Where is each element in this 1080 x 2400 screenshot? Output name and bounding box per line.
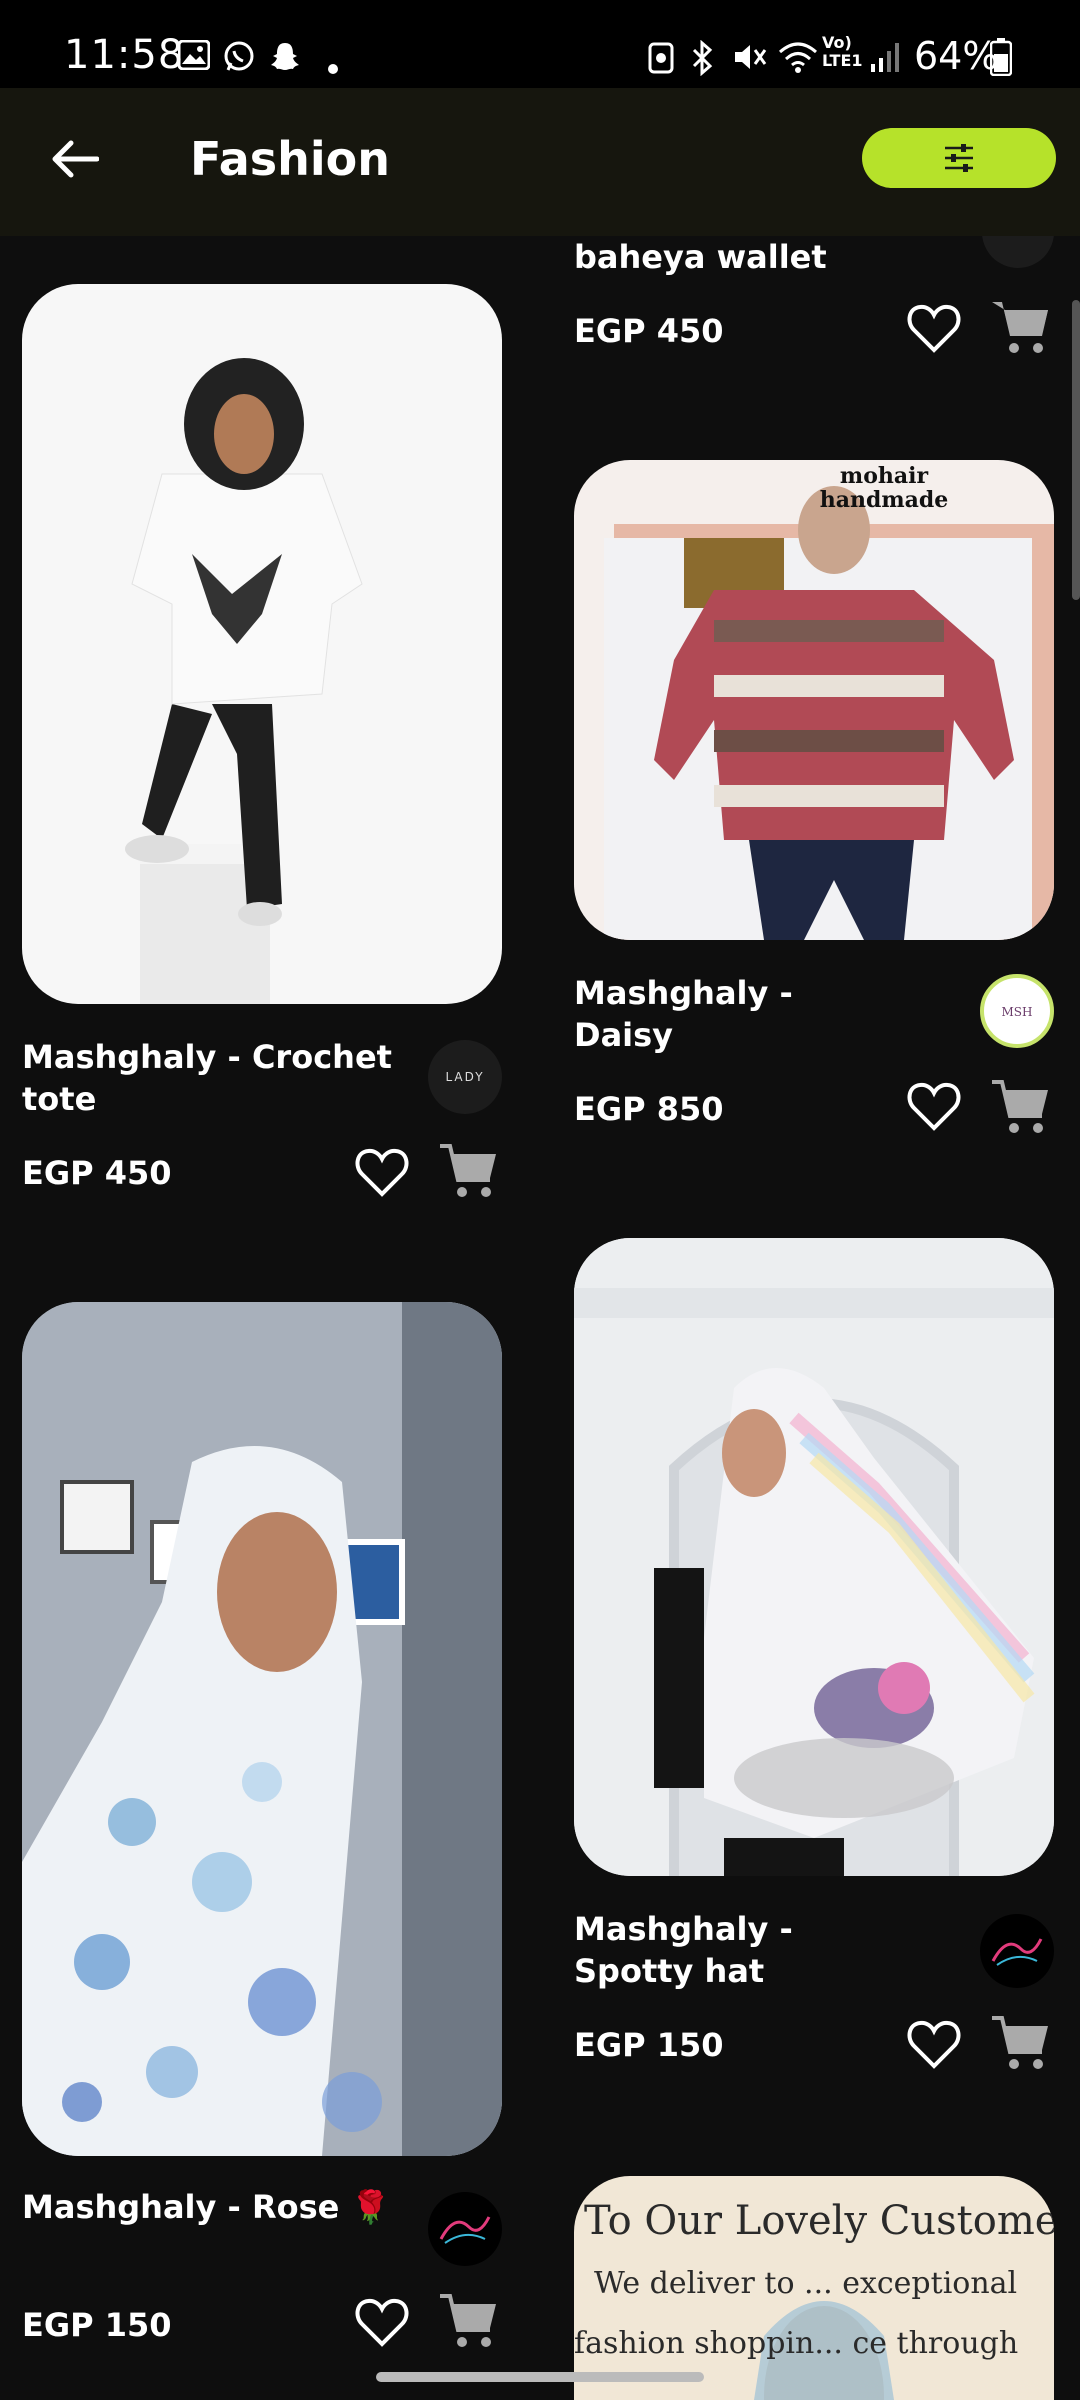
image-caption-line: fashion shoppin... ce through xyxy=(574,2326,1019,2361)
favorite-heart-icon[interactable] xyxy=(354,1146,410,1198)
product-image: To Our Lovely Customers We deliver to ..… xyxy=(574,2176,1054,2400)
favorite-heart-icon[interactable] xyxy=(906,2018,962,2070)
image-caption-heading: To Our Lovely Customers xyxy=(584,2198,1054,2244)
sliders-icon xyxy=(945,144,973,172)
favorite-heart-icon[interactable] xyxy=(906,1080,962,1132)
favorite-heart-icon[interactable] xyxy=(906,302,962,354)
product-price: EGP 450 xyxy=(574,312,724,350)
add-to-cart-icon[interactable] xyxy=(438,2290,500,2352)
product-price: EGP 850 xyxy=(574,1090,724,1128)
product-image: mohair handmade xyxy=(574,460,1054,940)
status-bar: 11:58 Vo) LTE1 64% xyxy=(0,0,1080,88)
store-logo-text: LADY xyxy=(445,1070,485,1084)
battery-icon xyxy=(989,38,1013,82)
whatsapp-notification-icon xyxy=(222,40,256,80)
filter-button[interactable] xyxy=(862,128,1056,188)
bluetooth-icon xyxy=(690,39,714,82)
status-time: 11:58 xyxy=(64,32,185,78)
add-to-cart-icon[interactable] xyxy=(990,296,1052,358)
home-indicator[interactable] xyxy=(376,2372,704,2382)
add-to-cart-icon[interactable] xyxy=(990,2012,1052,2074)
store-logo: LADY xyxy=(428,1040,502,1114)
signal-icon xyxy=(870,40,900,80)
battery-percent: 64% xyxy=(914,34,999,78)
favorite-heart-icon[interactable] xyxy=(354,2296,410,2348)
gallery-notification-icon xyxy=(177,39,211,76)
svg-text:MSH: MSH xyxy=(1002,1005,1033,1019)
add-to-cart-icon[interactable] xyxy=(990,1076,1052,1138)
product-price: EGP 450 xyxy=(22,1154,172,1192)
product-name: Mashghaly - Crochet tote xyxy=(22,1038,392,1118)
product-name: Mashghaly - Rose 🌹 xyxy=(22,2188,391,2226)
battery-saver-icon xyxy=(648,40,674,80)
product-name: baheya wallet xyxy=(574,238,827,276)
store-logo: MSH xyxy=(980,974,1054,1048)
page-title: Fashion xyxy=(190,132,391,186)
back-arrow-icon xyxy=(52,140,99,178)
product-price: EGP 150 xyxy=(574,2026,724,2064)
store-logo xyxy=(980,1914,1054,1988)
snapchat-notification-icon xyxy=(268,40,302,80)
volte-icon: Vo) LTE1 xyxy=(822,33,863,70)
back-button[interactable] xyxy=(44,128,106,190)
app-bar: Fashion xyxy=(0,88,1080,236)
product-image xyxy=(22,284,502,1004)
store-logo xyxy=(428,2192,502,2266)
mute-icon xyxy=(732,40,768,80)
product-price: EGP 150 xyxy=(22,2306,172,2344)
more-notifications-dot-icon xyxy=(328,50,338,80)
product-name: Mashghaly - Spotty hat xyxy=(574,1910,793,1990)
product-image xyxy=(574,1238,1054,1876)
scrollbar[interactable] xyxy=(1072,300,1080,600)
add-to-cart-icon[interactable] xyxy=(438,1140,500,1202)
image-caption-line: We deliver to ... exceptional xyxy=(594,2266,1018,2301)
product-name: Mashghaly - Daisy xyxy=(574,974,793,1054)
wifi-icon xyxy=(778,40,818,80)
image-caption: mohair handmade xyxy=(819,463,949,513)
product-image xyxy=(22,1302,502,2156)
